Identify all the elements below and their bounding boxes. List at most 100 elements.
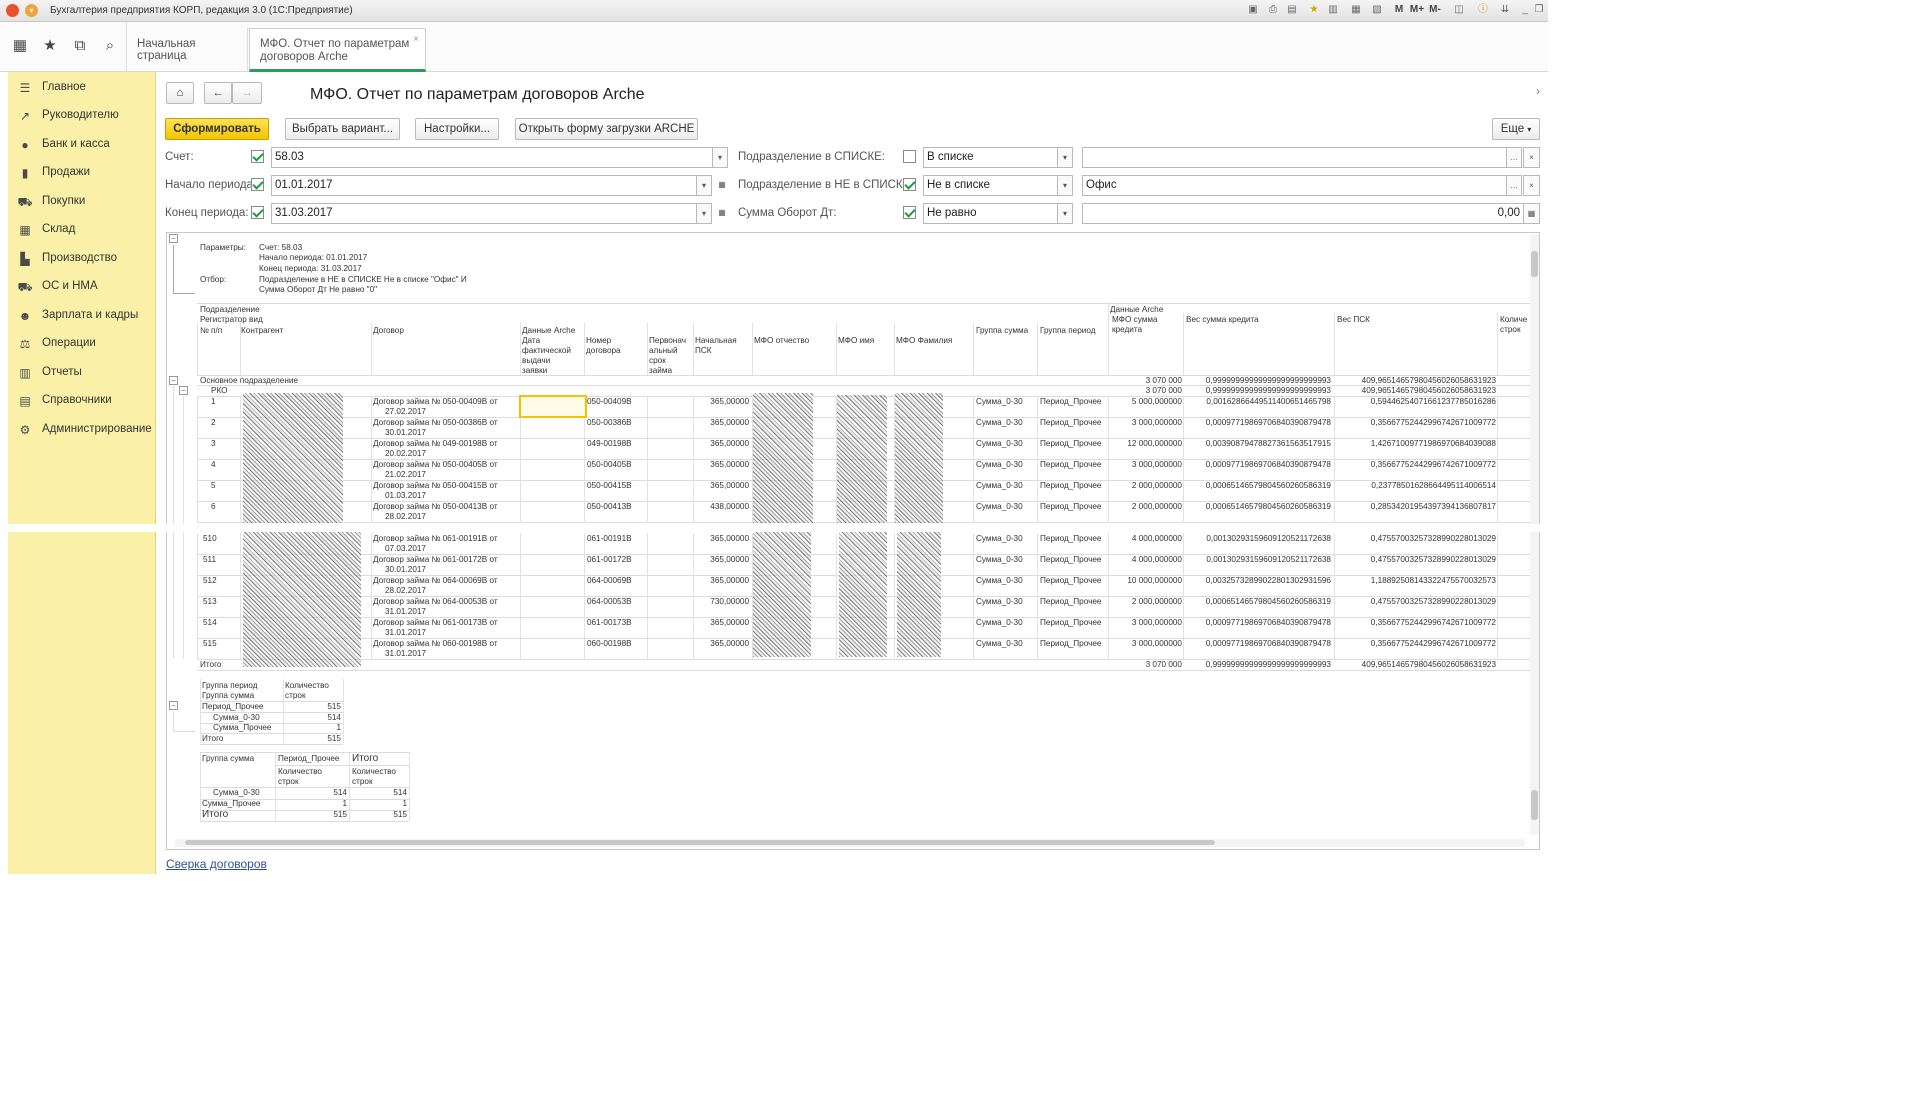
- calendar-icon[interactable]: ▦: [714, 203, 730, 224]
- dept-notin-value-field[interactable]: Офис: [1082, 175, 1507, 196]
- preview-icon[interactable]: ▤: [1285, 3, 1299, 17]
- favorite-icon[interactable]: ★: [1307, 3, 1321, 17]
- start-checkbox[interactable]: [251, 178, 264, 191]
- star-icon[interactable]: ★: [40, 36, 60, 56]
- info-icon[interactable]: ⓘ: [1476, 3, 1490, 17]
- sidebar-item-production[interactable]: ▙ Производство: [8, 247, 156, 271]
- dept-notin-mode-dropdown-icon[interactable]: ▾: [1057, 175, 1073, 196]
- dept-in-select-icon[interactable]: …: [1506, 147, 1522, 168]
- minimize-icon[interactable]: _: [1518, 3, 1532, 17]
- apps-grid-icon[interactable]: ▦: [10, 36, 30, 56]
- bottom-row-contract-no: 064-00053В: [587, 597, 632, 606]
- report-spreadsheet[interactable]: − Параметры: Счет: 58.03 Начало периода:…: [166, 232, 1540, 850]
- print-icon[interactable]: ⎙: [1266, 3, 1280, 17]
- selected-cell[interactable]: [519, 395, 587, 418]
- top-row-contract-date: 27.02.2017: [385, 407, 426, 416]
- top-row-contract-no: 050-00413В: [587, 502, 632, 511]
- dept-notin-select-icon[interactable]: …: [1506, 175, 1522, 196]
- collapse-group-icon[interactable]: −: [169, 701, 178, 710]
- sidebar-item-warehouse[interactable]: ▦ Склад: [8, 218, 156, 242]
- header-issue-date: фактической: [522, 346, 572, 355]
- dept-in-mode-field[interactable]: В списке: [923, 147, 1058, 168]
- layout-icon[interactable]: ◫: [1452, 3, 1466, 17]
- bag-icon: ▮: [21, 166, 29, 180]
- dept-notin-clear-icon[interactable]: ×: [1523, 175, 1540, 196]
- back-button[interactable]: ←: [204, 82, 232, 104]
- top-row-sum-group: Сумма_0-30: [976, 460, 1023, 469]
- header-credit-weight: Вес сумма кредита: [1186, 315, 1259, 324]
- sidebar-item-sales[interactable]: ▮ Продажи: [8, 161, 156, 185]
- chevron-right-icon[interactable]: ›: [1536, 84, 1540, 98]
- memory-m-button[interactable]: M: [1392, 3, 1406, 17]
- sidebar-item-payroll[interactable]: ☻ Зарплата и кадры: [8, 304, 156, 328]
- menu-dropdown-icon[interactable]: ▾: [25, 4, 38, 17]
- vertical-scrollbar[interactable]: [1530, 235, 1539, 835]
- settings-button[interactable]: Настройки...: [415, 118, 499, 140]
- vertical-scroll-thumb-lower[interactable]: [1531, 790, 1538, 820]
- home-button[interactable]: ⌂: [166, 82, 194, 104]
- link-icon[interactable]: ▥: [1326, 3, 1340, 17]
- more-button[interactable]: Еще ▾: [1492, 118, 1540, 140]
- memory-mplus-button[interactable]: M+: [1408, 3, 1426, 17]
- header-contract-no: договора: [586, 346, 621, 355]
- calendar-icon[interactable]: ▦: [1349, 3, 1363, 17]
- collapse-group-icon[interactable]: −: [179, 386, 188, 395]
- forward-button[interactable]: →: [232, 82, 262, 104]
- horizontal-scroll-thumb[interactable]: [185, 840, 1215, 845]
- sidebar-item-main[interactable]: ☰ Главное: [8, 76, 156, 100]
- end-date-field[interactable]: 31.03.2017: [271, 203, 697, 224]
- top-row-psk-weight: 1,42671009771986970684039088: [1370, 439, 1496, 448]
- sidebar-item-operations[interactable]: ⚖ Операции: [8, 332, 156, 356]
- dept-in-value-field[interactable]: [1082, 147, 1507, 168]
- search-icon[interactable]: ⌕: [100, 36, 120, 56]
- sidebar-item-purchases[interactable]: ⛟ Покупки: [8, 190, 156, 214]
- open-arche-button[interactable]: Открыть форму загрузки ARCHE: [515, 118, 698, 140]
- start-date-field[interactable]: 01.01.2017: [271, 175, 697, 196]
- vertical-scroll-thumb[interactable]: [1531, 251, 1538, 277]
- save-icon[interactable]: ▣: [1246, 3, 1260, 17]
- sidebar-item-reports[interactable]: ▥ Отчеты: [8, 361, 156, 385]
- dept-in-mode-dropdown-icon[interactable]: ▾: [1057, 147, 1073, 168]
- top-row-credit-weight: 0,00097719869706840390879478: [1205, 460, 1331, 469]
- turnover-checkbox[interactable]: [903, 206, 916, 219]
- memory-mminus-button[interactable]: M-: [1426, 3, 1444, 17]
- header-init-term: срок: [649, 356, 666, 365]
- sidebar-item-admin[interactable]: ⚙ Администрирование: [8, 418, 156, 442]
- calc-icon[interactable]: ▧: [1370, 3, 1384, 17]
- generate-button[interactable]: Сформировать: [165, 118, 269, 140]
- dept-notin-checkbox[interactable]: [903, 178, 916, 191]
- account-checkbox[interactable]: [251, 150, 264, 163]
- start-dropdown-icon[interactable]: ▾: [696, 175, 712, 196]
- history-icon[interactable]: ⧉: [70, 36, 90, 56]
- turnover-mode-field[interactable]: Не равно: [923, 203, 1058, 224]
- top-row-credit-weight: 0,00065146579804560260586319: [1205, 502, 1331, 511]
- sidebar-item-assets[interactable]: ⛟ ОС и НМА: [8, 275, 156, 299]
- pin-icon[interactable]: ⇊: [1498, 3, 1512, 17]
- turnover-mode-dropdown-icon[interactable]: ▾: [1057, 203, 1073, 224]
- account-field[interactable]: 58.03: [271, 147, 713, 168]
- dept-notin-mode-field[interactable]: Не в списке: [923, 175, 1058, 196]
- choose-variant-button[interactable]: Выбрать вариант...: [285, 118, 400, 140]
- sidebar-item-bank[interactable]: ● Банк и касса: [8, 133, 156, 157]
- turnover-value-field[interactable]: 0,00: [1082, 203, 1524, 224]
- tab-home[interactable]: Начальная страница: [127, 28, 248, 72]
- collapse-group-icon[interactable]: −: [169, 376, 178, 385]
- top-row-num: 3: [211, 439, 216, 448]
- horizontal-scrollbar[interactable]: [175, 839, 1525, 847]
- end-dropdown-icon[interactable]: ▾: [696, 203, 712, 224]
- sidebar-item-management[interactable]: ↗ Руководителю: [8, 104, 156, 128]
- account-dropdown-icon[interactable]: ▾: [712, 147, 728, 168]
- dept-in-clear-icon[interactable]: ×: [1523, 147, 1540, 168]
- calculator-icon[interactable]: ▦: [1523, 203, 1540, 224]
- end-checkbox[interactable]: [251, 206, 264, 219]
- bottom-row-period-group: Период_Прочее: [1040, 576, 1102, 585]
- contracts-reconciliation-link[interactable]: Сверка договоров: [166, 857, 267, 871]
- header-row-count: строк: [1500, 325, 1521, 334]
- sidebar-item-references[interactable]: ▤ Справочники: [8, 389, 156, 413]
- top-row-psk: 365,00000: [710, 418, 749, 427]
- tab-report[interactable]: МФО. Отчет по параметрам договоров Arche…: [249, 28, 426, 72]
- restore-icon[interactable]: ❐: [1532, 3, 1546, 17]
- dept-in-checkbox[interactable]: [903, 150, 916, 163]
- calendar-icon[interactable]: ▦: [714, 175, 730, 196]
- close-icon[interactable]: ×: [413, 33, 419, 46]
